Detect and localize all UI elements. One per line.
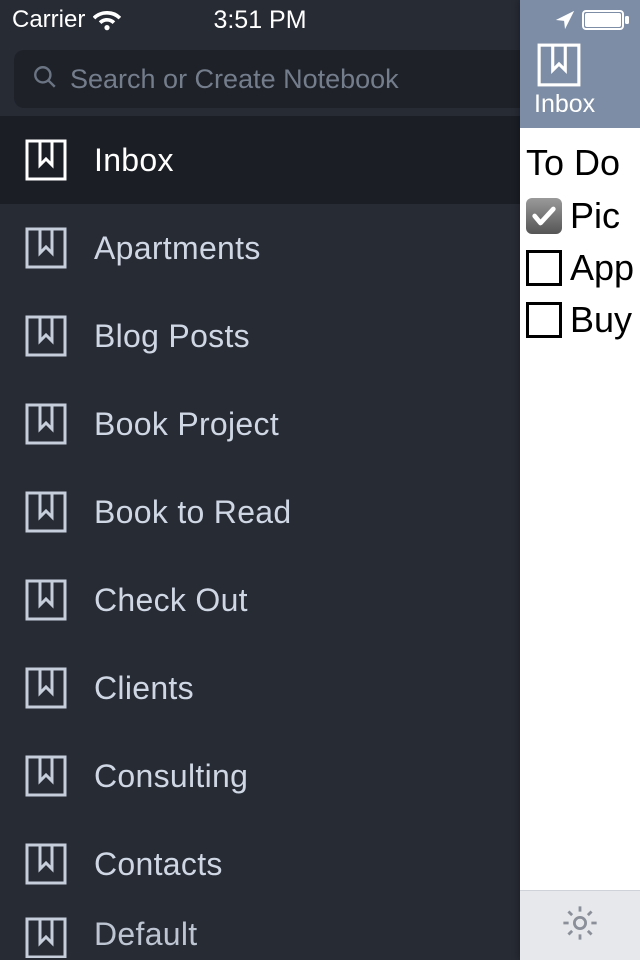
notebook-icon <box>536 42 582 88</box>
status-time: 3:51 PM <box>0 6 520 35</box>
notebook-icon <box>24 578 68 622</box>
todo-text: Pic <box>570 195 620 237</box>
notebook-icon <box>24 226 68 270</box>
notebook-icon <box>24 842 68 886</box>
peek-notebook-title: Inbox <box>530 90 640 119</box>
notebook-icon <box>24 666 68 710</box>
todo-item[interactable]: Buy <box>526 294 640 346</box>
status-right <box>520 0 640 40</box>
checkbox-unchecked-icon[interactable] <box>526 302 562 338</box>
notebook-icon <box>24 138 68 182</box>
todo-item[interactable]: Pic <box>526 190 640 242</box>
notebook-label: Inbox <box>94 142 556 179</box>
checkbox-unchecked-icon[interactable] <box>526 250 562 286</box>
peek-panel[interactable]: Inbox To Do Pic App Buy <box>520 0 640 960</box>
notebook-icon <box>24 314 68 358</box>
peek-note-preview[interactable]: To Do Pic App Buy <box>520 128 640 890</box>
peek-footer <box>520 890 640 960</box>
notebook-icon <box>24 754 68 798</box>
notebook-icon <box>24 402 68 446</box>
checkbox-checked-icon[interactable] <box>526 198 562 234</box>
todo-text: Buy <box>570 299 632 341</box>
battery-icon <box>582 10 630 30</box>
todo-item[interactable]: App <box>526 242 640 294</box>
todo-text: App <box>570 247 634 289</box>
search-icon <box>32 64 58 95</box>
notebook-icon <box>24 490 68 534</box>
location-arrow-icon <box>554 9 576 31</box>
note-title: To Do <box>526 142 640 184</box>
notebook-icon <box>24 916 68 958</box>
gear-icon[interactable] <box>559 902 601 949</box>
